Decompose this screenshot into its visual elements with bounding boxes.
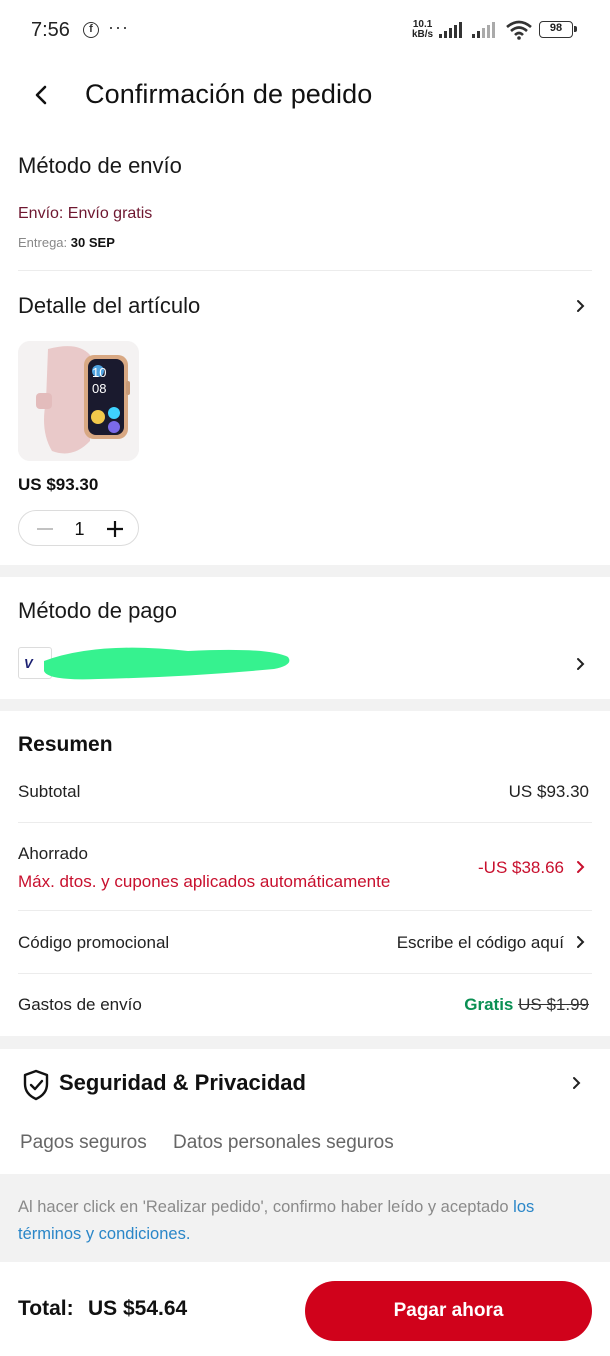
- security-title: Seguridad & Privacidad: [59, 1070, 306, 1095]
- delivery-row: Entrega: 30 SEP: [18, 235, 115, 250]
- plus-icon[interactable]: [105, 519, 125, 539]
- signal-strength-icon: [439, 22, 462, 38]
- item-detail-header[interactable]: Detalle del artículo: [0, 280, 610, 335]
- terms-intro: Al hacer click en 'Realizar pedido', con…: [18, 1198, 514, 1216]
- section-separator: [0, 1036, 610, 1049]
- svg-text:10: 10: [92, 365, 106, 380]
- promo-code-row[interactable]: Código promocional Escribe el código aqu…: [0, 915, 610, 971]
- page-title: Confirmación de pedido: [85, 79, 373, 109]
- secure-data-label: Datos personales seguros: [173, 1132, 394, 1153]
- savings-row[interactable]: Ahorrado Máx. dtos. y cupones aplicados …: [0, 832, 610, 902]
- summary-title: Resumen: [18, 733, 113, 756]
- subtotal-label: Subtotal: [18, 782, 81, 801]
- chevron-right-icon: [577, 936, 585, 948]
- terms-text: Al hacer click en 'Realizar pedido', con…: [18, 1194, 592, 1248]
- shield-check-icon: [23, 1069, 49, 1101]
- subtotal-value: US $93.30: [508, 782, 589, 801]
- more-dots-icon: ···: [108, 17, 129, 37]
- payment-method-row[interactable]: V: [18, 645, 592, 681]
- status-time: 7:56: [31, 19, 70, 41]
- security-privacy-section[interactable]: Seguridad & Privacidad Pagos seguros Dat…: [0, 1050, 610, 1174]
- saved-note: Máx. dtos. y cupones aplicados automátic…: [18, 872, 391, 891]
- shipping-method: Envío: Envío gratis: [18, 205, 153, 222]
- total-value: US $54.64: [88, 1297, 188, 1320]
- status-bar: 7:56 f ··· 10.1 kB/s 98: [0, 0, 610, 60]
- chevron-right-icon: [577, 861, 585, 873]
- item-detail-section-title: Detalle del artículo: [18, 293, 201, 318]
- shipping-cost-value: Gratis US $1.99: [464, 995, 589, 1015]
- shipping-section-title: Método de envío: [18, 153, 182, 178]
- delivery-label: Entrega:: [18, 235, 68, 250]
- shipping-free: Gratis: [464, 995, 514, 1014]
- shipping-original-price: US $1.99: [518, 995, 589, 1014]
- total-label: Total:: [18, 1297, 74, 1320]
- wifi-icon: [506, 20, 532, 40]
- chevron-right-icon: [577, 300, 585, 312]
- promo-label: Código promocional: [18, 933, 170, 952]
- section-separator: [0, 699, 610, 711]
- signal-strength-2-icon: [472, 22, 495, 38]
- shipping-cost-label: Gastos de envío: [18, 995, 142, 1014]
- header: Confirmación de pedido: [0, 62, 610, 128]
- smartwatch-image: 10 08: [18, 341, 139, 461]
- chevron-left-icon[interactable]: [30, 83, 52, 107]
- network-speed: 10.1 kB/s: [412, 20, 433, 40]
- redaction-mark: [44, 647, 290, 680]
- quantity-stepper: 1: [18, 510, 139, 546]
- divider: [18, 973, 592, 974]
- chevron-right-icon: [573, 1077, 581, 1089]
- terms-band: Al hacer click en 'Realizar pedido', con…: [0, 1174, 610, 1262]
- product-image[interactable]: 10 08: [18, 341, 139, 461]
- divider: [18, 270, 592, 271]
- section-separator: [0, 565, 610, 577]
- saved-value: -US $38.66: [478, 858, 564, 877]
- pay-now-button[interactable]: Pagar ahora: [305, 1281, 592, 1341]
- network-speed-unit: kB/s: [412, 29, 434, 40]
- battery-icon: 98: [539, 21, 577, 38]
- svg-text:08: 08: [92, 381, 106, 396]
- chevron-right-icon: [577, 658, 585, 670]
- checkout-footer: Total: US $54.64 Pagar ahora: [0, 1262, 610, 1356]
- payment-section-title: Método de pago: [18, 598, 178, 623]
- divider: [18, 822, 592, 823]
- saved-label: Ahorrado: [18, 844, 88, 863]
- facebook-icon: f: [83, 22, 99, 38]
- product-price: US $93.30: [18, 475, 99, 494]
- delivery-date: 30 SEP: [70, 235, 115, 250]
- secure-payments-label: Pagos seguros: [20, 1132, 147, 1153]
- divider: [18, 910, 592, 911]
- promo-code-input[interactable]: Escribe el código aquí: [397, 933, 564, 953]
